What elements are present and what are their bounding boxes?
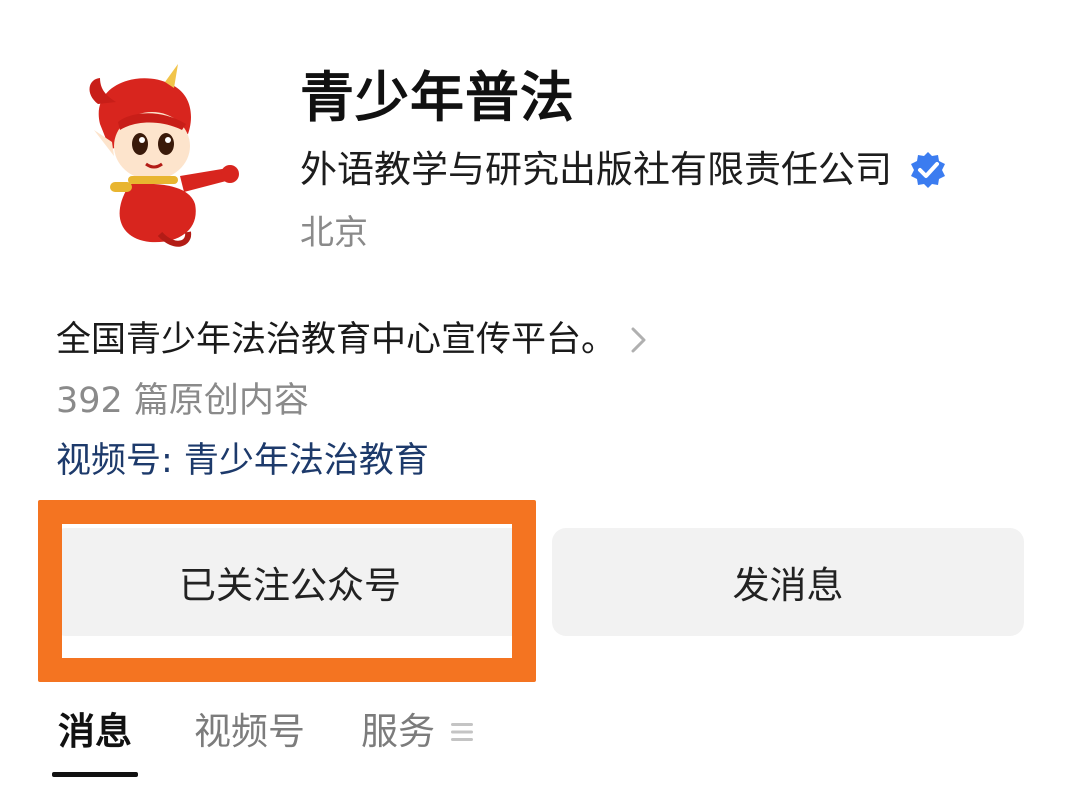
tab-services[interactable]: 服务 bbox=[361, 695, 475, 769]
tab-channels[interactable]: 视频号 bbox=[194, 695, 305, 769]
channels-link[interactable]: 视频号: 青少年法治教育 bbox=[56, 434, 429, 488]
follow-button[interactable]: 已关注公众号 bbox=[52, 528, 528, 636]
tab-services-label: 服务 bbox=[361, 710, 435, 753]
verified-check-icon bbox=[911, 152, 945, 188]
chevron-right-icon bbox=[631, 327, 646, 353]
tab-bar: 消息 视频号 服务 bbox=[52, 690, 475, 777]
tab-messages[interactable]: 消息 bbox=[52, 695, 138, 777]
cartoon-mascot-avatar bbox=[89, 64, 239, 247]
follow-button-label: 已关注公众号 bbox=[179, 564, 401, 607]
send-message-button[interactable]: 发消息 bbox=[552, 528, 1024, 636]
original-content-count[interactable]: 392 篇原创内容 bbox=[56, 374, 309, 428]
account-owner-row[interactable]: 外语教学与研究出版社有限责任公司 bbox=[300, 140, 948, 200]
intro-row[interactable]: 全国青少年法治教育中心宣传平台。 bbox=[56, 312, 648, 368]
avatar[interactable] bbox=[70, 64, 250, 254]
location: 北京 bbox=[300, 213, 368, 253]
account-owner: 外语教学与研究出版社有限责任公司 bbox=[300, 148, 892, 191]
account-name: 青少年普法 bbox=[300, 66, 575, 129]
menu-icon bbox=[451, 723, 473, 741]
send-message-label: 发消息 bbox=[732, 564, 844, 607]
intro-text: 全国青少年法治教育中心宣传平台。 bbox=[56, 320, 617, 360]
